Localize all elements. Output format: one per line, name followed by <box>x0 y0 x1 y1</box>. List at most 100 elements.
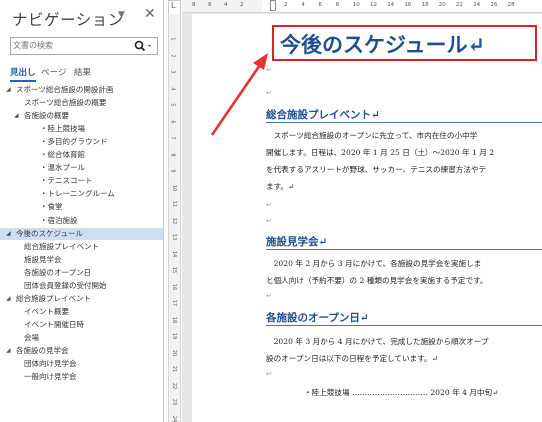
indent-marker-icon[interactable] <box>270 0 276 11</box>
body-text-line: 2020 年 3 月から 4 月にかけて、完成した施設から順次オープ <box>266 337 489 346</box>
nav-close-icon[interactable]: ✕ <box>144 6 156 22</box>
body-text-line: スポーツ総合施設のオープンに先立って、市内在住の小中学 <box>266 131 478 140</box>
outline-item[interactable]: ・陸上競技場 <box>0 123 163 136</box>
navigation-pane: ナビゲーション ▼ ✕ 見出し ページ 結果 ◢ スポーツ総合施設の開設計画スポー… <box>0 0 164 422</box>
outline-item[interactable]: 総合施設プレイベント <box>0 241 163 254</box>
ruler-tick-label: 15 <box>171 266 178 274</box>
heading-underline <box>266 122 542 123</box>
ruler-tick-label: 16 <box>404 2 412 8</box>
outline-item[interactable]: ・多目的グラウンド <box>0 136 163 149</box>
outline-item-label: ・テニスコート <box>40 176 93 186</box>
expand-collapse-icon[interactable]: ◢ <box>14 110 19 123</box>
heading-underline <box>266 325 542 326</box>
nav-options-dropdown-icon[interactable]: ▼ <box>118 10 125 20</box>
paragraph-mark: ↵ <box>266 370 272 378</box>
ruler-tick-label: 24 <box>473 2 481 8</box>
outline-item[interactable]: 各施設のオープン日 <box>0 267 163 280</box>
ruler-tick-label: 21 <box>171 365 178 373</box>
outline-item[interactable]: ・温水プール <box>0 162 163 175</box>
outline-item-label: 一般向け見学会 <box>24 372 77 382</box>
ruler-tick-label: 14 <box>387 2 395 8</box>
outline-item[interactable]: ・宿泊施設 <box>0 215 163 228</box>
outline-item[interactable]: 会場 <box>0 332 163 345</box>
outline-item-label: ・温水プール <box>40 163 85 173</box>
outline-item-label: ・陸上競技場 <box>40 124 85 134</box>
ruler-tick-label: 17 <box>171 299 178 307</box>
outline-item-label: ・宿泊施設 <box>40 215 78 225</box>
search-icon[interactable] <box>133 39 153 53</box>
ruler-tick-label: 23 <box>171 398 178 406</box>
ruler-tick-label: 5 <box>169 103 176 107</box>
ruler-tick-label: 13 <box>171 233 178 241</box>
document-search-input[interactable] <box>13 39 123 52</box>
document-title: 今後のスケジュール↵ <box>280 32 486 57</box>
expand-collapse-icon[interactable]: ◢ <box>6 293 11 306</box>
vertical-ruler[interactable]: 1 2 3 4 5 6 7 8 9 10 11 12 13 14 15 16 17 18 19 20 21 22 23 24 <box>168 14 181 422</box>
outline-item-label: ・トレーニングルーム <box>40 189 115 199</box>
outline-item-label: 各施設のオープン日 <box>24 267 92 277</box>
ruler-tick-label: 2 <box>240 2 244 8</box>
outline-item[interactable]: ・総合体育館 <box>0 149 163 162</box>
horizontal-ruler[interactable]: 8 6 4 2 2 4 6 8 10 12 14 16 18 20 22 24 26 28 <box>182 0 542 13</box>
body-text-line: 設のオープン日は以下の日程を予定しています。↵ <box>266 354 438 363</box>
ruler-tick-label: 26 <box>490 2 498 8</box>
outline-item-selected[interactable]: ◢ 今後のスケジュール <box>0 227 163 241</box>
outline-item[interactable]: ・テニスコート <box>0 175 163 188</box>
ruler-tick-label: 22 <box>456 2 463 8</box>
ruler-tick-label: 28 <box>507 2 515 8</box>
ruler-tick-label: 2 <box>284 2 288 8</box>
outline-item[interactable]: 一般向け見学会 <box>0 371 163 384</box>
ruler-tick-label: 6 <box>318 2 322 8</box>
paragraph-mark: ↵ <box>266 292 272 300</box>
paragraph-mark: ↵ <box>266 201 272 209</box>
outline-item-label: 各施設の見学会 <box>16 346 69 355</box>
body-text-line: と個人向け（予約不要）の 2 種類の見学会を実施する予定です。 <box>266 276 488 285</box>
expand-collapse-icon[interactable]: ◢ <box>6 345 11 358</box>
document-search-box[interactable] <box>10 37 158 55</box>
ruler-tick-label: 22 <box>171 382 178 389</box>
outline-item-label: イベント開催日時 <box>24 319 84 329</box>
ruler-tick-label: 12 <box>370 2 377 8</box>
outline-item-label: 総合施設プレイベント <box>16 293 91 303</box>
outline-item[interactable]: イベント開催日時 <box>0 319 163 332</box>
tab-selector[interactable]: L <box>168 0 181 15</box>
ruler-tick-label: 8 <box>169 152 176 157</box>
outline-item[interactable]: 施設見学会 <box>0 254 163 267</box>
outline-item[interactable]: 団体会員登録の受付開始 <box>0 280 163 293</box>
body-text-line: 開催します。日程は、2020 年 1 月 25 日（土）～2020 年 1 月 … <box>266 148 495 157</box>
ruler-tick-label: 3 <box>169 70 176 74</box>
outline-item-label: 団体向け見学会 <box>24 359 77 369</box>
ruler-tick-label: 19 <box>171 332 178 340</box>
ruler-tick-label: 6 <box>169 119 176 124</box>
outline-item[interactable]: ◢ 各施設の概要 <box>0 110 163 123</box>
ruler-tick-label: 4 <box>224 2 228 8</box>
ruler-tick-label: 12 <box>171 217 178 224</box>
outline-item-label: 団体会員登録の受付開始 <box>24 280 107 290</box>
ruler-tick-label: 8 <box>192 2 196 8</box>
outline-item[interactable]: 団体向け見学会 <box>0 358 163 371</box>
outline-item[interactable]: ◢ 総合施設プレイベント <box>0 293 163 306</box>
outline-item[interactable]: スポーツ総合施設の概要 <box>0 97 163 110</box>
tab-results[interactable]: 結果 <box>74 66 91 78</box>
outline-item[interactable]: ・食堂 <box>0 201 163 214</box>
outline-item[interactable]: ◢ 各施設の見学会 <box>0 345 163 358</box>
ruler-tick-label: 1 <box>169 37 176 41</box>
outline-item[interactable]: ◢ スポーツ総合施設の開設計画 <box>0 84 163 97</box>
outline-item[interactable]: イベント概要 <box>0 306 163 319</box>
section-heading: 総合施設プレイベント↵ <box>266 109 380 121</box>
tab-pages[interactable]: ページ <box>41 66 66 78</box>
nav-pane-title: ナビゲーション <box>12 11 124 29</box>
expand-collapse-icon[interactable]: ◢ <box>6 228 11 241</box>
outline-item-label: スポーツ総合施設の開設計画 <box>16 85 114 94</box>
annotation-arrow <box>210 53 268 136</box>
tab-headings[interactable]: 見出し <box>10 66 36 82</box>
ruler-tick-label: 6 <box>208 2 212 8</box>
body-text-line: 2020 年 2 月から 3 月にかけて、各施設の見学会を実施しま <box>266 259 482 268</box>
ruler-tick-label: 4 <box>169 86 176 91</box>
outline-item-label: 今後のスケジュール <box>16 228 83 238</box>
outline-item[interactable]: ・トレーニングルーム <box>0 188 163 201</box>
tab-stop-icon: L <box>171 1 176 10</box>
ruler-tick-label: 20 <box>438 2 446 8</box>
ruler-tick-label: 11 <box>171 200 178 208</box>
expand-collapse-icon[interactable]: ◢ <box>6 84 11 97</box>
